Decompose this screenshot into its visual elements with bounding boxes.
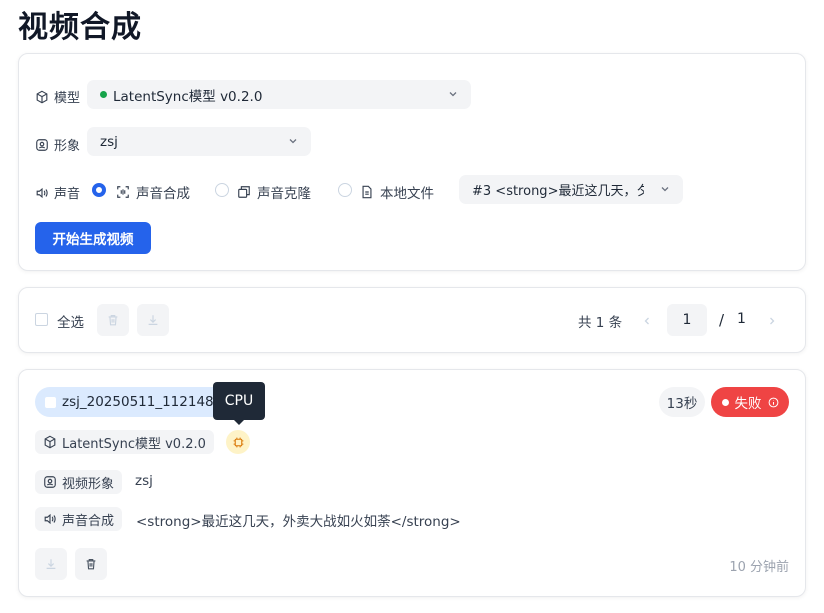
avatar-select[interactable]: zsj	[87, 127, 311, 156]
task-card: zsj_20250511_112148 CPU 13秒 失败 LatentSyn…	[18, 369, 806, 597]
cube-icon	[35, 90, 49, 104]
voice-label: 声音	[35, 183, 80, 202]
model-tag: LatentSync模型 v0.2.0	[35, 430, 214, 454]
cube-icon	[43, 435, 57, 449]
batch-delete-button[interactable]	[97, 304, 129, 336]
avatar-tag: 视频形象	[35, 470, 123, 494]
voice-synthesis-option[interactable]: 声音合成	[116, 182, 190, 202]
status-badge[interactable]: 失败	[711, 387, 789, 417]
trash-icon	[108, 315, 118, 326]
model-status-dot	[100, 91, 107, 98]
time-ago: 10 分钟前	[729, 560, 789, 575]
model-select-value: LatentSync模型 v0.2.0	[113, 88, 263, 105]
total-count: 共 1 条	[578, 315, 623, 331]
avatar-icon	[35, 138, 49, 152]
local-file-radio[interactable]	[338, 183, 352, 197]
task-name: zsj_20250511_112148	[62, 394, 214, 410]
voice-text-select-value: #3 <strong>最近这几天，夕	[472, 184, 644, 199]
total-pages: 1	[737, 311, 746, 327]
scan-icon	[116, 185, 130, 199]
download-icon	[46, 559, 56, 569]
generation-form-card: 模型 LatentSync模型 v0.2.0 形象 zsj 声音 声音合成 声音…	[18, 53, 806, 271]
voice-synthesis-radio[interactable]	[92, 183, 106, 197]
cpu-tooltip: CPU	[213, 382, 265, 425]
voice-text: <strong>最近这几天，外卖大战如火如荼</strong>	[136, 514, 461, 530]
current-page-input[interactable]: 1	[667, 304, 707, 336]
duration-badge: 13秒	[659, 387, 705, 417]
list-toolbar-card: 全选 共 1 条 1 / 1	[18, 287, 806, 353]
chevron-down-icon	[289, 139, 297, 144]
voice-text-select[interactable]: #3 <strong>最近这几天，夕	[459, 175, 683, 204]
select-all-label[interactable]: 全选	[57, 311, 84, 331]
next-page-icon[interactable]	[766, 315, 778, 327]
avatar-value: zsj	[135, 473, 153, 489]
speaker-icon	[35, 186, 49, 200]
cpu-badge[interactable]	[226, 430, 250, 454]
voice-tag: 声音合成	[35, 507, 123, 531]
page-title: 视频合成	[18, 10, 142, 45]
voice-clone-radio[interactable]	[215, 183, 229, 197]
model-select[interactable]: LatentSync模型 v0.2.0	[87, 80, 471, 109]
prev-page-icon[interactable]	[641, 315, 653, 327]
info-icon	[768, 397, 778, 407]
task-name-chip[interactable]: zsj_20250511_112148	[35, 387, 235, 417]
delete-button[interactable]	[75, 548, 107, 580]
select-all-checkbox[interactable]	[35, 313, 48, 326]
trash-icon	[86, 559, 96, 570]
avatar-label: 形象	[35, 135, 80, 154]
cpu-icon	[233, 437, 243, 447]
chevron-down-icon	[661, 187, 669, 192]
copy-icon	[237, 185, 251, 199]
model-label: 模型	[35, 87, 80, 106]
batch-download-button[interactable]	[137, 304, 169, 336]
speaker-icon	[43, 512, 57, 526]
local-file-option[interactable]: 本地文件	[360, 182, 434, 202]
avatar-icon	[43, 475, 57, 489]
start-generate-button[interactable]: 开始生成视频	[35, 222, 151, 254]
chevron-down-icon	[449, 92, 457, 97]
file-icon	[360, 185, 374, 199]
avatar-select-value: zsj	[100, 133, 118, 150]
page-separator: /	[719, 311, 725, 329]
task-checkbox[interactable]	[45, 396, 56, 408]
download-button[interactable]	[35, 548, 67, 580]
download-icon	[148, 315, 158, 325]
voice-clone-option[interactable]: 声音克隆	[237, 182, 311, 202]
status-dot	[721, 398, 729, 406]
